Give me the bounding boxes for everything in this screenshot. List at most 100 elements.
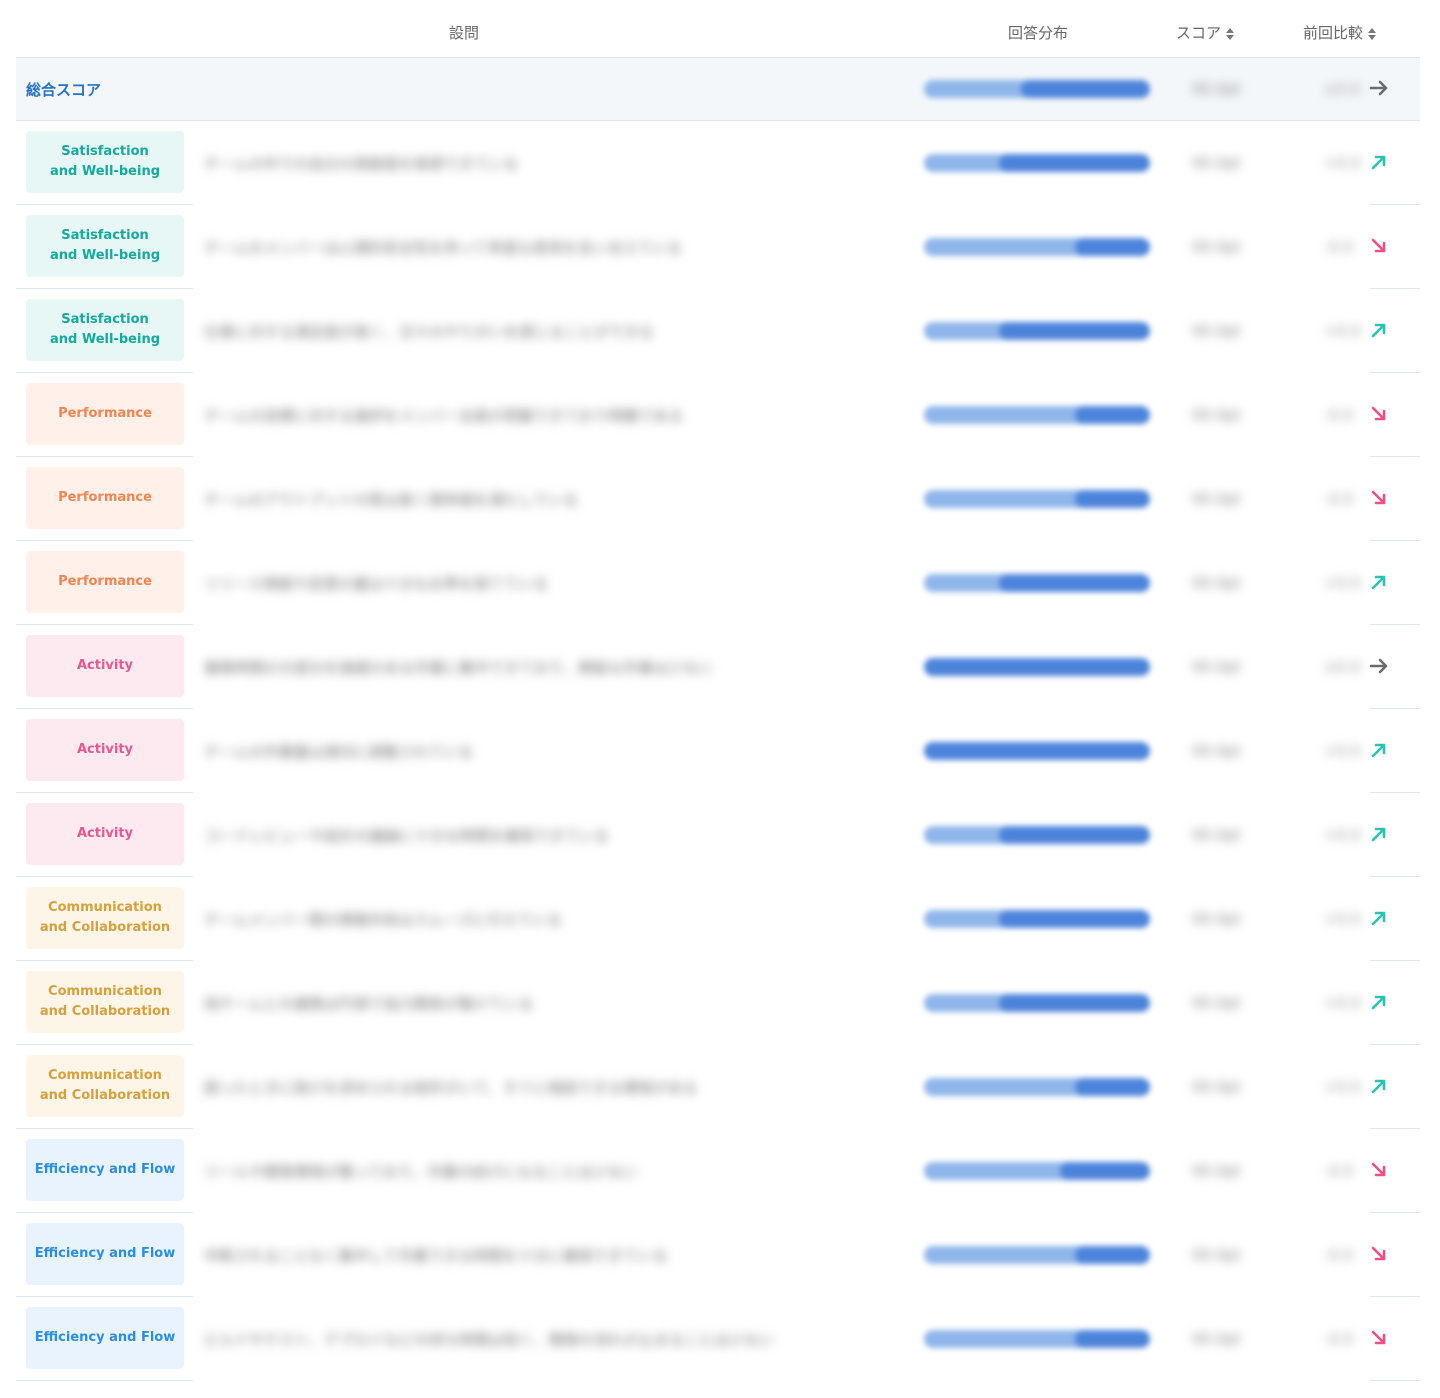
previous-diff: +0.0 bbox=[1324, 322, 1361, 340]
distribution-bar bbox=[924, 994, 1150, 1012]
question-text: 困ったときに助けを求められる相手がいて、すぐに相談できる環境がある bbox=[204, 1079, 698, 1097]
table-row[interactable]: Efficiency and Flow 中断されることなく集中して作業できる時間を… bbox=[16, 1213, 1420, 1297]
table-row[interactable]: Performance チームの目標に対する進捗をメンバー全員が把握できており明確… bbox=[16, 373, 1420, 457]
row-divider bbox=[16, 1380, 193, 1381]
question-text: ツールや開発環境が整っており、作業の妨げになることは少ない bbox=[204, 1163, 638, 1181]
distribution-bar bbox=[924, 238, 1150, 256]
trend-up-icon bbox=[1368, 151, 1390, 173]
score-value: 00.0pt bbox=[1192, 490, 1241, 508]
category-tag: Communication and Collaboration bbox=[26, 1055, 184, 1117]
score-value: 00.0pt bbox=[1192, 994, 1241, 1012]
previous-diff: ±0.0 bbox=[1324, 80, 1361, 98]
distribution-bar-segment bbox=[1021, 80, 1150, 98]
row-divider bbox=[1370, 1380, 1420, 1381]
question-rows: Satisfaction and Well-being チームの中での自分の貢献度… bbox=[16, 121, 1420, 1381]
question-text: 中断されることなく集中して作業できる時間を十分に確保できている bbox=[204, 1247, 668, 1265]
trend-up-icon bbox=[1368, 823, 1390, 845]
distribution-bar bbox=[924, 658, 1150, 676]
trend-up-icon bbox=[1368, 907, 1390, 929]
table-row[interactable]: Efficiency and Flow ツールや開発環境が整っており、作業の妨げに… bbox=[16, 1129, 1420, 1213]
question-text: チームの作業量は適切に調整されている bbox=[204, 743, 474, 761]
previous-diff: +0.0 bbox=[1324, 742, 1361, 760]
column-header-question: 設問 bbox=[449, 24, 480, 42]
question-text: ビルドやテスト、デプロイなどの待ち時間は短く、開発の流れが止まることは少ない bbox=[204, 1331, 774, 1349]
column-header-distribution: 回答分布 bbox=[1008, 24, 1069, 42]
question-text: チームの目標に対する進捗をメンバー全員が把握できており明確である bbox=[204, 407, 683, 425]
previous-diff: +0.0 bbox=[1324, 574, 1361, 592]
distribution-bar-segment bbox=[998, 322, 1150, 340]
distribution-bar bbox=[924, 1246, 1150, 1264]
question-text: 他チームとの連携は円滑で協力関係が築けている bbox=[204, 995, 534, 1013]
previous-diff: +0.0 bbox=[1324, 994, 1361, 1012]
table-row[interactable]: Activity コードレビューや設計の議論に十分な時間を確保できている 00.0p… bbox=[16, 793, 1420, 877]
category-tag: Efficiency and Flow bbox=[26, 1223, 184, 1285]
score-value: 00.0pt bbox=[1192, 1246, 1241, 1264]
score-value: 00.0pt bbox=[1192, 1330, 1241, 1348]
category-tag: Performance bbox=[26, 551, 184, 613]
column-header-score-label: スコア bbox=[1176, 24, 1222, 42]
distribution-bar-segment bbox=[1075, 1246, 1150, 1264]
distribution-bar-segment bbox=[1075, 406, 1150, 424]
trend-down-icon bbox=[1368, 1243, 1390, 1265]
sort-icon[interactable] bbox=[1368, 27, 1377, 40]
question-text: 業務時間の大部分を価値のある作業に集中できており、無駄な作業は少ない bbox=[204, 659, 713, 677]
total-score-row[interactable]: 総合スコア 00.0pt ±0.0 bbox=[16, 58, 1420, 121]
table-row[interactable]: Satisfaction and Well-being チームの中での自分の貢献度… bbox=[16, 121, 1420, 205]
category-tag: Activity bbox=[26, 635, 184, 697]
question-text: チームのメンバーは心理的安全性を持って率直な意見を言い合えている bbox=[204, 239, 683, 257]
score-value: 00.0pt bbox=[1192, 154, 1241, 172]
trend-flat-icon bbox=[1368, 655, 1390, 677]
previous-diff: -0.0 bbox=[1324, 1246, 1354, 1264]
score-value: 00.0pt bbox=[1192, 742, 1241, 760]
distribution-bar-segment bbox=[998, 574, 1150, 592]
trend-up-icon bbox=[1368, 319, 1390, 341]
trend-down-icon bbox=[1368, 487, 1390, 509]
score-value: 00.0pt bbox=[1192, 1078, 1241, 1096]
trend-flat-icon bbox=[1368, 77, 1390, 99]
column-header-score[interactable]: スコア bbox=[1176, 22, 1235, 43]
previous-diff: -0.0 bbox=[1324, 238, 1354, 256]
question-text: チームの中での自分の貢献度を実感できている bbox=[204, 155, 519, 173]
table-row[interactable]: Satisfaction and Well-being チームのメンバーは心理的安… bbox=[16, 205, 1420, 289]
question-text: チームメンバー間の情報共有はスムーズに行えている bbox=[204, 911, 563, 929]
distribution-bar bbox=[924, 80, 1150, 98]
category-tag: Activity bbox=[26, 803, 184, 865]
score-value: 00.0pt bbox=[1192, 910, 1241, 928]
column-header-previous-label: 前回比較 bbox=[1303, 24, 1364, 42]
distribution-bar-segment bbox=[1075, 1330, 1150, 1348]
table-row[interactable]: Efficiency and Flow ビルドやテスト、デプロイなどの待ち時間は短… bbox=[16, 1297, 1420, 1381]
trend-down-icon bbox=[1368, 403, 1390, 425]
score-value: 00.0pt bbox=[1192, 238, 1241, 256]
category-tag: Communication and Collaboration bbox=[26, 971, 184, 1033]
table-row[interactable]: Communication and Collaboration 他チームとの連携は… bbox=[16, 961, 1420, 1045]
previous-diff: -0.0 bbox=[1324, 406, 1354, 424]
trend-up-icon bbox=[1368, 739, 1390, 761]
distribution-bar-segment bbox=[998, 826, 1150, 844]
previous-diff: ±0.0 bbox=[1324, 658, 1361, 676]
category-tag: Communication and Collaboration bbox=[26, 887, 184, 949]
table-row[interactable]: Satisfaction and Well-being 仕事に対する満足度が高く、… bbox=[16, 289, 1420, 373]
sort-icon[interactable] bbox=[1226, 27, 1235, 40]
distribution-bar-segment bbox=[1075, 238, 1150, 256]
table-row[interactable]: Communication and Collaboration 困ったときに助けを… bbox=[16, 1045, 1420, 1129]
table-row[interactable]: Communication and Collaboration チームメンバー間の… bbox=[16, 877, 1420, 961]
previous-diff: -0.0 bbox=[1324, 490, 1354, 508]
question-text: コードレビューや設計の議論に十分な時間を確保できている bbox=[204, 827, 610, 845]
total-score-label: 総合スコア bbox=[26, 81, 102, 99]
score-value: 00.0pt bbox=[1192, 406, 1241, 424]
table-row[interactable]: Performance リリース頻度や変更の量は十分な水準を保てている 00.0pt… bbox=[16, 541, 1420, 625]
distribution-bar bbox=[924, 490, 1150, 508]
table-row[interactable]: Activity チームの作業量は適切に調整されている 00.0pt +0.0 bbox=[16, 709, 1420, 793]
distribution-bar bbox=[924, 826, 1150, 844]
distribution-bar-segment bbox=[1075, 490, 1150, 508]
table-row[interactable]: Activity 業務時間の大部分を価値のある作業に集中できており、無駄な作業は少… bbox=[16, 625, 1420, 709]
trend-down-icon bbox=[1368, 1327, 1390, 1349]
distribution-bar bbox=[924, 322, 1150, 340]
score-value: 00.0pt bbox=[1192, 322, 1241, 340]
table-row[interactable]: Performance チームのアウトプットの質は高く期待値を満たしている 00.0… bbox=[16, 457, 1420, 541]
column-header-previous[interactable]: 前回比較 bbox=[1303, 22, 1377, 43]
score-value: 00.0pt bbox=[1192, 574, 1241, 592]
previous-diff: -0.0 bbox=[1324, 1330, 1354, 1348]
trend-down-icon bbox=[1368, 1159, 1390, 1181]
distribution-bar-segment bbox=[998, 910, 1150, 928]
